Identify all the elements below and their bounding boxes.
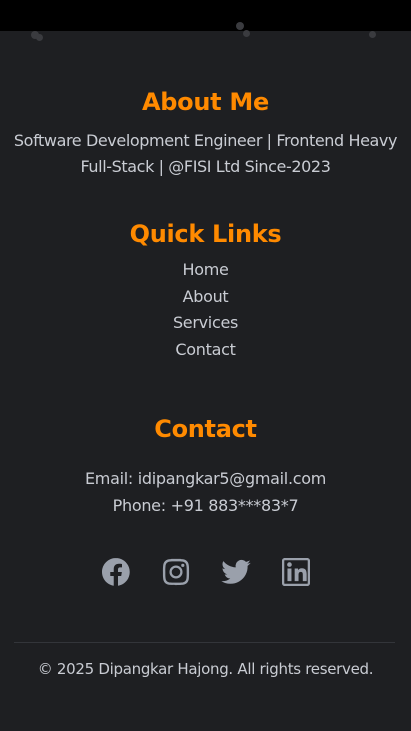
decorative-dot [243,30,250,37]
twitter-icon[interactable] [220,555,252,589]
link-about[interactable]: About [0,284,411,311]
top-bar [0,0,411,31]
decorative-dot [236,22,244,30]
about-section: About Me Software Development Engineer |… [0,88,411,180]
link-services[interactable]: Services [0,310,411,337]
contact-title: Contact [154,415,257,443]
instagram-icon[interactable] [160,555,192,589]
about-title: About Me [142,88,269,116]
copyright-text: © 2025 Dipangkar Hajong. All rights rese… [37,660,374,678]
linkedin-icon[interactable] [280,555,312,589]
link-contact[interactable]: Contact [0,337,411,364]
decorative-dot [36,34,43,41]
contact-phone: Phone: +91 883***83*7 [112,496,299,515]
quick-links-title: Quick Links [129,220,282,248]
link-home[interactable]: Home [0,257,411,284]
about-line: Full-Stack | @FISI Ltd Since-2023 [80,157,331,176]
quick-links-nav: Home About Services Contact [0,257,411,363]
facebook-icon[interactable] [100,555,132,589]
social-links [0,555,411,589]
about-line: Software Development Engineer | Frontend… [13,131,398,150]
contact-email: Email: idipangkar5@gmail.com [84,469,326,488]
quick-links-section: Quick Links Home About Services Contact [0,220,411,363]
contact-section: Contact Email: idipangkar5@gmail.com Pho… [0,415,411,519]
about-description: Software Development Engineer | Frontend… [0,128,411,180]
footer-divider [14,642,395,643]
decorative-dot [369,31,376,38]
